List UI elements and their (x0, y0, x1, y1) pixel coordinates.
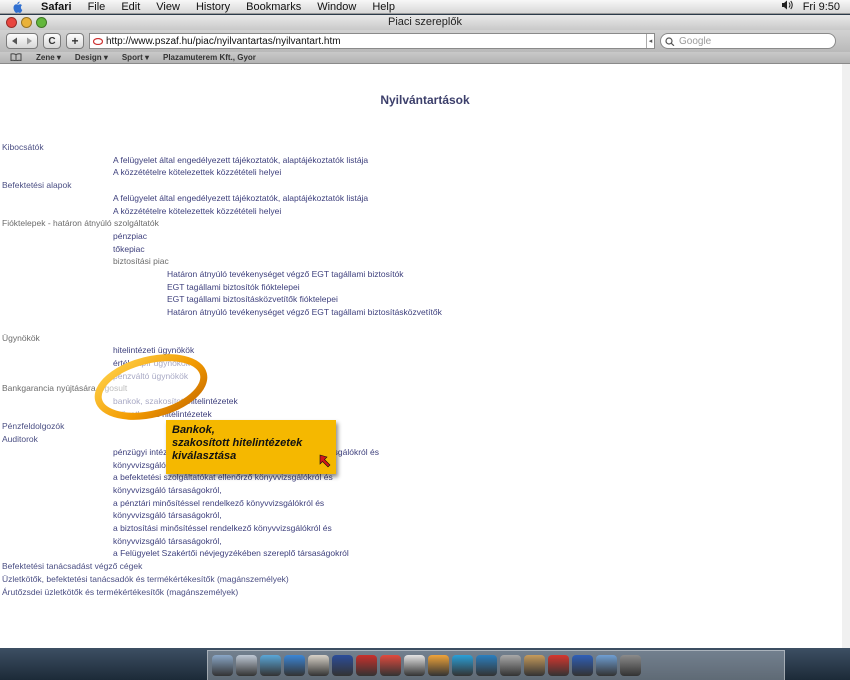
reload-icon: C (48, 35, 56, 47)
zoom-button[interactable] (36, 17, 47, 28)
bookmarks-book-icon[interactable] (10, 52, 22, 63)
registry-link[interactable]: A közzétételre kötelezettek közzétételi … (113, 206, 281, 216)
search-icon (665, 36, 675, 46)
browser-window: Piaci szereplők C + http://www.pszaf.hu/… (0, 15, 850, 648)
menu-edit[interactable]: Edit (113, 0, 148, 14)
registry-link[interactable]: a biztosítási minősítéssel rendelkező kö… (113, 523, 332, 533)
bookmark-label: Sport (121, 53, 143, 62)
itunes-icon[interactable] (260, 655, 281, 676)
registry-link[interactable]: a Felügyelet Szakértői névjegyzékében sz… (113, 548, 349, 558)
menubar-clock[interactable]: Fri 9:50 (803, 1, 840, 13)
section-heading[interactable]: Kibocsátók (2, 142, 44, 152)
search-placeholder: Google (679, 35, 712, 47)
quill-icon[interactable] (476, 655, 497, 676)
address-bar[interactable]: http://www.pszaf.hu/piac/nyilvantartas/n… (89, 33, 655, 49)
page-title: Nyilvántartások (380, 93, 470, 107)
add-bookmark-button[interactable]: + (66, 33, 84, 49)
callout-line: Bankok, (172, 424, 215, 436)
registry-link[interactable]: Határon átnyúló tevékenységet végző EGT … (167, 307, 442, 317)
menu-window[interactable]: Window (309, 0, 364, 14)
dock (207, 650, 785, 680)
section-heading[interactable]: Befektetési alapok (2, 180, 71, 190)
apple-menu-icon[interactable] (11, 1, 23, 13)
word2-icon[interactable] (572, 655, 593, 676)
flash-icon[interactable] (452, 655, 473, 676)
section-heading[interactable]: Pénzfeldolgozók (2, 421, 64, 431)
registry-link[interactable]: a pénztári minősítéssel rendelkező könyv… (113, 498, 324, 508)
volume-icon[interactable] (781, 0, 793, 13)
reload-button[interactable]: C (43, 33, 61, 49)
registry-link[interactable]: A felügyelet által engedélyezett tájékoz… (113, 155, 368, 165)
browser-toolbar: C + http://www.pszaf.hu/piac/nyilvantart… (0, 30, 850, 52)
bookmark-label: Zene (36, 53, 55, 62)
menu-view[interactable]: View (148, 0, 188, 14)
url-text: http://www.pszaf.hu/piac/nyilvantartas/n… (106, 35, 341, 47)
search-field[interactable]: Google (660, 33, 836, 49)
registry-link[interactable]: EGT tagállami biztosítók fióktelepei (167, 282, 300, 292)
highlight-ring (94, 354, 208, 420)
pointer-arrow-icon (319, 454, 331, 468)
registry-link[interactable]: könyvvizsgáló társaságokról, (113, 485, 222, 495)
section-heading[interactable]: Befektetési tanácsadást végző cégek (2, 561, 142, 571)
bookmark-plazamuterem[interactable]: Plazamuterem Kft., Gyor (163, 53, 256, 62)
registry-link[interactable]: A felügyelet által engedélyezett tájékoz… (113, 193, 368, 203)
menu-bookmarks[interactable]: Bookmarks (238, 0, 309, 14)
package-icon[interactable] (524, 655, 545, 676)
bookmark-folder-design[interactable]: Design ▾ (75, 53, 108, 62)
menu-history[interactable]: History (188, 0, 238, 14)
menu-bar: Safari File Edit View History Bookmarks … (0, 0, 850, 14)
flower-icon[interactable] (428, 655, 449, 676)
acrobat-icon[interactable] (356, 655, 377, 676)
mail-icon[interactable] (308, 655, 329, 676)
window-titlebar[interactable]: Piaci szereplők (0, 15, 850, 30)
app-menu[interactable]: Safari (33, 0, 80, 14)
iphoto-icon[interactable] (236, 655, 257, 676)
section-heading[interactable]: Üzletkötők, befektetési tanácsadók és te… (2, 574, 289, 584)
menu-file[interactable]: File (80, 0, 114, 14)
menu-help[interactable]: Help (364, 0, 403, 14)
bookmark-folder-zene[interactable]: Zene ▾ (36, 53, 61, 62)
minimize-button[interactable] (21, 17, 32, 28)
close-button[interactable] (6, 17, 17, 28)
registry-link[interactable]: tőkepiac (113, 244, 145, 254)
pdf-icon[interactable] (380, 655, 401, 676)
callout-text: Bankok, szakosított hitelintézetek kiválas… (172, 424, 302, 463)
tools-icon[interactable] (500, 655, 521, 676)
scrollbar[interactable] (842, 64, 850, 648)
registry-link[interactable]: könyvvizsgáló társaságokról, (113, 510, 222, 520)
section-heading[interactable]: Árutőzsdei üzletkötők és termékértékesít… (2, 587, 238, 597)
bookmarks-bar: Zene ▾ Design ▾ Sport ▾ Plazamuterem Kft… (0, 52, 850, 64)
site-icon (93, 37, 103, 45)
window-title: Piaci szereplők (388, 16, 462, 28)
registry-link[interactable]: könyvvizsgáló társaságokról, (113, 536, 222, 546)
callout-line: szakosított hitelintézetek (172, 437, 303, 449)
registry-link: biztosítási piac (113, 256, 169, 267)
registry-link[interactable]: A közzétételre kötelezettek közzétételi … (113, 167, 281, 177)
callout-line: kiválasztása (172, 450, 237, 462)
trash-icon[interactable] (620, 655, 641, 676)
word-icon[interactable] (332, 655, 353, 676)
section-heading: Ügynökök (2, 332, 40, 343)
section-heading: Fióktelepek - határon átnyúló szolgáltat… (2, 218, 159, 229)
registry-link[interactable]: Határon átnyúló tevékenységet végző EGT … (167, 269, 404, 279)
bookmark-folder-sport[interactable]: Sport ▾ (122, 53, 149, 62)
finder2-icon[interactable] (596, 655, 617, 676)
section-heading[interactable]: Auditorok (2, 434, 38, 444)
safari-icon[interactable] (284, 655, 305, 676)
registry-link[interactable]: pénzpiac (113, 231, 147, 241)
flash2-icon[interactable] (548, 655, 569, 676)
ical-icon[interactable] (404, 655, 425, 676)
plus-icon: + (71, 34, 79, 48)
callout-box: Bankok, szakosított hitelintézetek kiválas… (166, 420, 336, 474)
finder-icon[interactable] (212, 655, 233, 676)
registry-link[interactable]: EGT tagállami biztosításközvetítők fiókt… (167, 294, 338, 304)
back-forward-icon (12, 37, 32, 45)
bookmark-label: Design (74, 53, 102, 62)
back-forward-buttons[interactable] (6, 33, 38, 49)
url-go-icon[interactable]: ◂ (646, 34, 654, 48)
